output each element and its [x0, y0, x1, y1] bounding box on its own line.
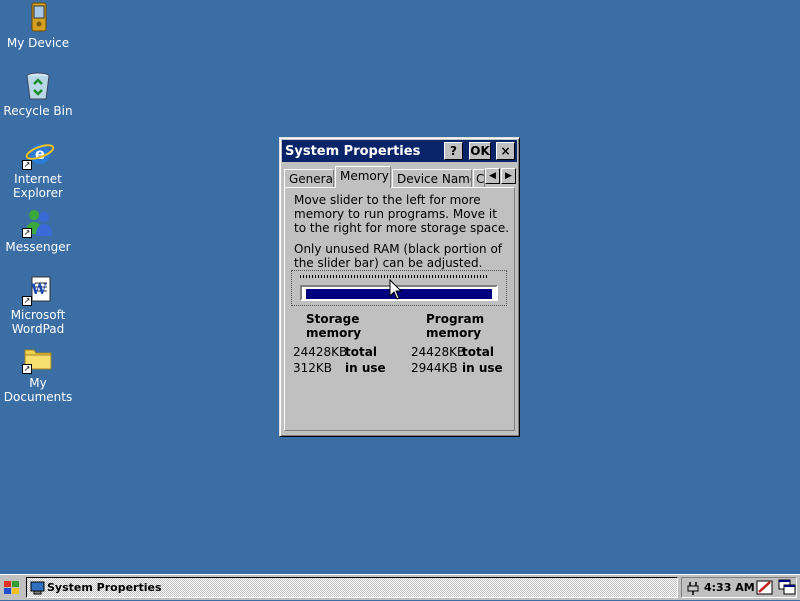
- desktop-icon-label: Messenger: [5, 240, 71, 254]
- program-in-use-value: 2944KB: [411, 361, 458, 375]
- program-in-use-label: in use: [462, 361, 503, 375]
- desktop-icon-recycle-bin[interactable]: Recycle Bin: [0, 70, 76, 118]
- tab-scroll-left-icon[interactable]: ◀: [485, 168, 500, 184]
- wordpad-icon: W ↗: [22, 274, 54, 306]
- internet-explorer-icon: e ↗: [22, 138, 55, 170]
- shortcut-arrow-icon: ↗: [22, 296, 32, 306]
- desktop-icon-label: Recycle Bin: [3, 104, 73, 118]
- program-total-value: 24428KB: [411, 345, 466, 359]
- recycle-bin-icon: [22, 70, 54, 102]
- memory-tab-panel: Move slider to the left for more memory …: [284, 187, 515, 431]
- close-button[interactable]: ×: [496, 142, 515, 160]
- start-windows-logo-icon[interactable]: [3, 579, 21, 597]
- power-plug-icon[interactable]: [685, 580, 701, 599]
- tab-device-name[interactable]: Device Name: [392, 169, 472, 187]
- desktop-windows-icon[interactable]: [778, 579, 796, 599]
- desktop-icon-label: My Device: [6, 36, 70, 50]
- ok-button[interactable]: OK: [469, 142, 491, 160]
- system-properties-icon: [30, 580, 45, 601]
- mouse-pointer-icon: [389, 278, 403, 304]
- storage-total-label: total: [345, 345, 377, 359]
- storage-total-value: 24428KB: [293, 345, 348, 359]
- tab-general[interactable]: General: [284, 169, 334, 187]
- desktop-icon-messenger[interactable]: ↗ Messenger: [0, 206, 76, 254]
- desktop-icon-my-documents[interactable]: ↗ My Documents: [0, 342, 76, 404]
- shortcut-arrow-icon: ↗: [22, 160, 32, 170]
- desktop-icon-internet-explorer[interactable]: e ↗ Internet Explorer: [0, 138, 76, 200]
- tab-scroll-right-icon[interactable]: ▶: [501, 168, 516, 184]
- storage-in-use-value: 312KB: [293, 361, 333, 375]
- edit-pen-icon[interactable]: [756, 579, 774, 599]
- help-button[interactable]: ?: [444, 142, 463, 160]
- shortcut-arrow-icon: ↗: [22, 364, 32, 374]
- system-tray: 4:33 AM: [681, 577, 797, 598]
- desktop-icon-label: Internet Explorer: [13, 172, 63, 200]
- desktop-icon-wordpad[interactable]: W ↗ Microsoft WordPad: [0, 274, 76, 336]
- desktop-icon-my-device[interactable]: My Device: [0, 2, 76, 50]
- messenger-people-icon: ↗: [22, 206, 54, 238]
- memory-description: Move slider to the left for more memory …: [294, 193, 510, 235]
- program-total-label: total: [462, 345, 494, 359]
- desktop-icon-label: My Documents: [3, 376, 73, 404]
- svg-text:W: W: [30, 282, 47, 298]
- dialog-title: System Properties: [285, 144, 421, 159]
- storage-in-use-label: in use: [345, 361, 386, 375]
- dialog-titlebar[interactable]: System Properties ? OK ×: [282, 140, 517, 162]
- tab-memory[interactable]: Memory: [335, 166, 391, 188]
- pda-device-icon: [22, 2, 54, 34]
- memory-note: Only unused RAM (black portion of the sl…: [294, 242, 503, 270]
- clock[interactable]: 4:33 AM: [704, 581, 755, 594]
- folder-icon: ↗: [22, 342, 54, 374]
- slider-ticks: [300, 275, 488, 278]
- taskbar: System Properties 4:33 AM: [0, 574, 800, 600]
- tab-partial[interactable]: C: [473, 169, 485, 187]
- shortcut-arrow-icon: ↗: [22, 228, 32, 238]
- taskbar-button-system-properties[interactable]: System Properties: [26, 577, 678, 598]
- program-memory-heading: Program memory: [426, 312, 485, 340]
- desktop-icon-label: Microsoft WordPad: [10, 308, 66, 336]
- taskbar-button-label: System Properties: [47, 581, 162, 594]
- storage-memory-heading: Storage memory: [306, 312, 362, 340]
